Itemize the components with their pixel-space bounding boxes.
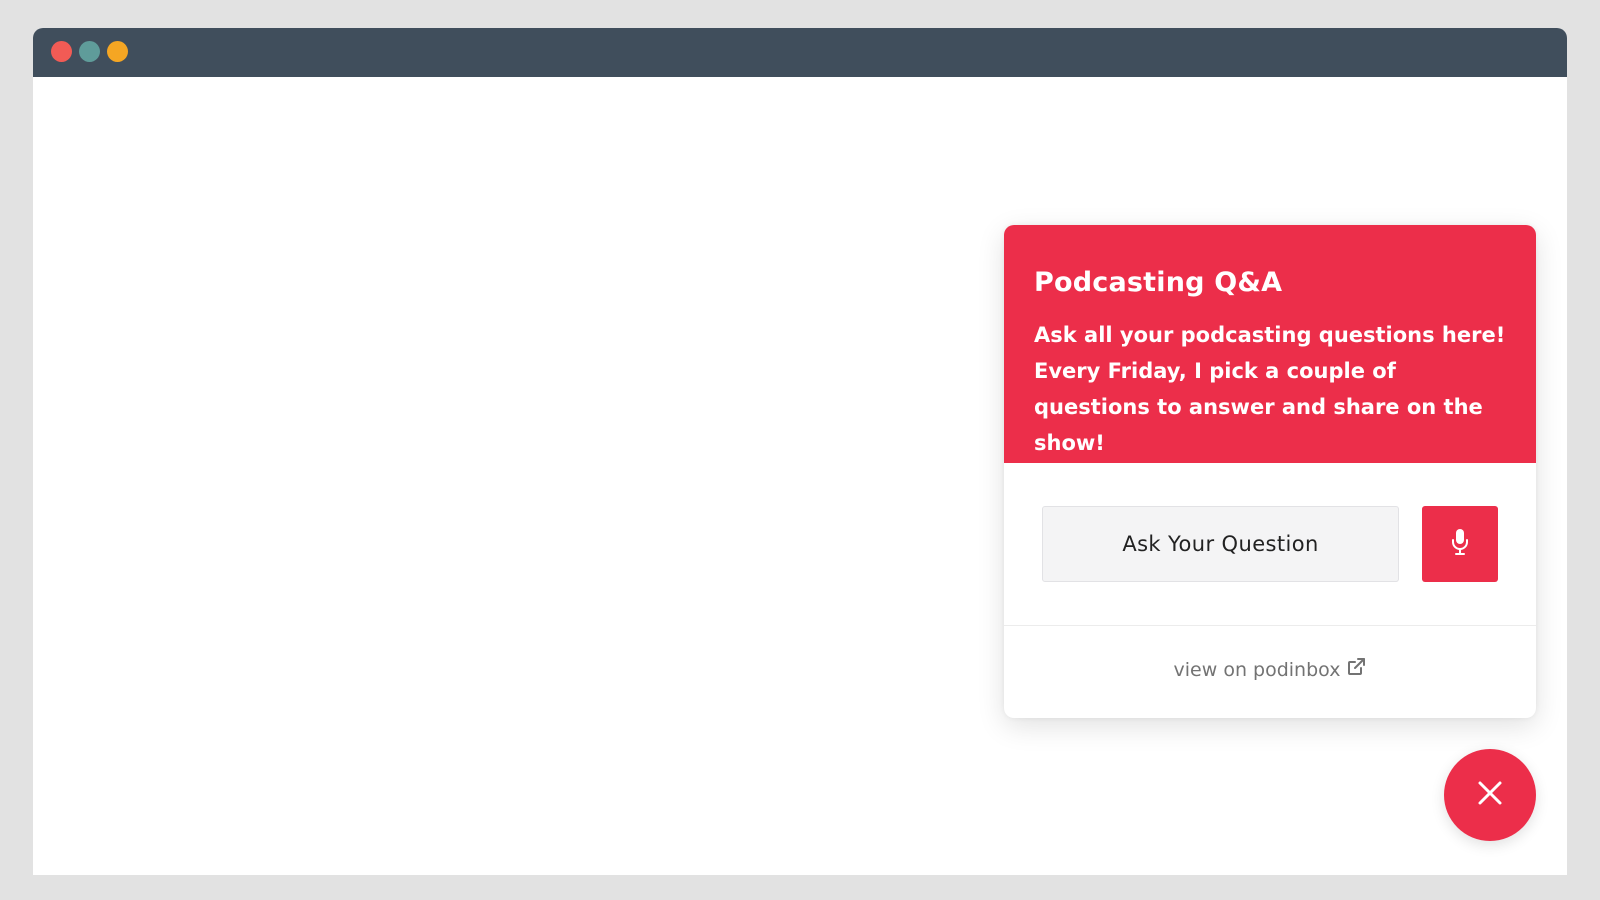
qa-widget-panel: Podcasting Q&A Ask all your podcasting q… — [1004, 225, 1536, 718]
window-minimize-button[interactable] — [79, 41, 100, 62]
view-on-podinbox-link[interactable]: view on podinbox — [1004, 657, 1536, 682]
window-close-button[interactable] — [51, 41, 72, 62]
widget-header: Podcasting Q&A Ask all your podcasting q… — [1004, 225, 1536, 463]
ask-question-label: Ask Your Question — [1122, 532, 1319, 556]
close-widget-button[interactable] — [1444, 749, 1536, 841]
view-link-label: view on podinbox — [1173, 658, 1341, 681]
external-link-icon — [1346, 657, 1366, 682]
close-icon — [1477, 780, 1503, 810]
record-audio-button[interactable] — [1422, 506, 1498, 582]
widget-description: Ask all your podcasting questions here! … — [1034, 323, 1506, 455]
widget-divider — [1004, 625, 1536, 626]
window-titlebar — [33, 28, 1567, 77]
widget-title: Podcasting Q&A — [1034, 267, 1283, 298]
ask-question-button[interactable]: Ask Your Question — [1042, 506, 1399, 582]
microphone-icon — [1451, 528, 1469, 560]
window-maximize-button[interactable] — [107, 41, 128, 62]
